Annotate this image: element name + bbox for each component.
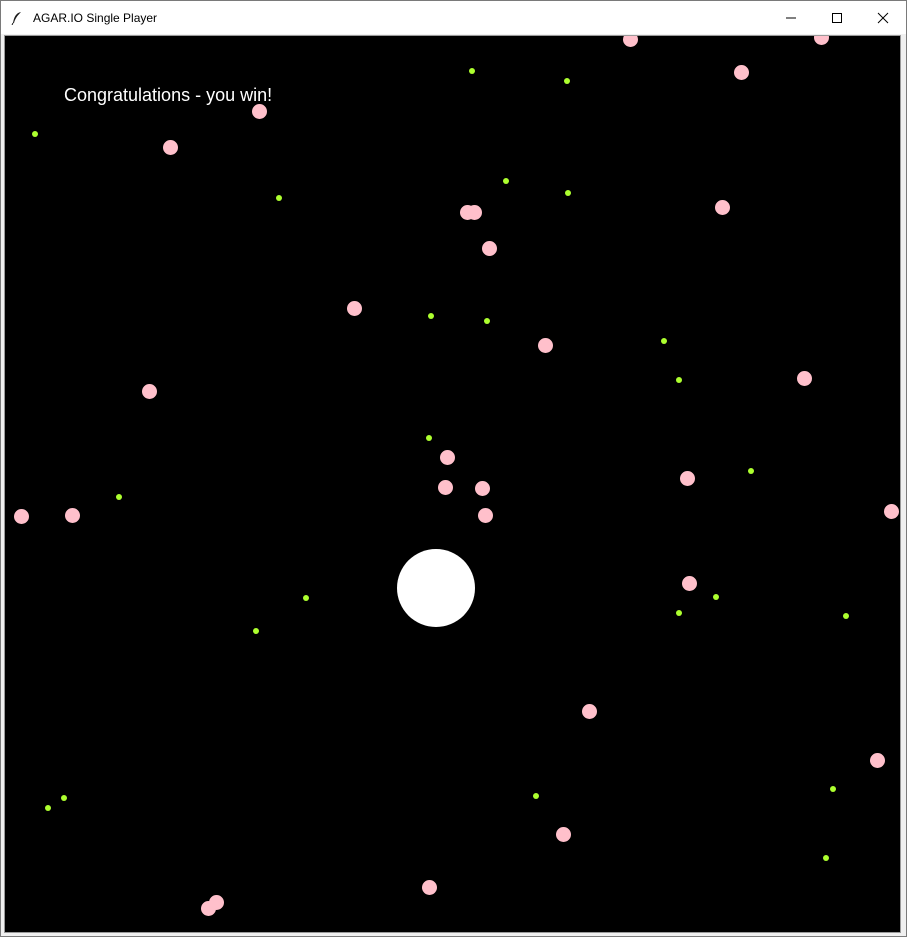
window-title: AGAR.IO Single Player xyxy=(33,10,158,25)
player-cell xyxy=(397,549,475,627)
enemy-cell xyxy=(421,879,437,895)
maximize-button[interactable] xyxy=(814,1,860,34)
food-pellet xyxy=(428,313,434,319)
food-pellet xyxy=(116,494,122,500)
food-pellet xyxy=(661,338,667,344)
enemy-cell xyxy=(481,240,497,256)
food-pellet xyxy=(748,468,754,474)
food-pellet xyxy=(61,795,67,801)
enemy-cell xyxy=(437,479,453,495)
enemy-cell xyxy=(813,36,829,45)
enemy-cell xyxy=(555,826,571,842)
enemy-cell xyxy=(141,383,157,399)
maximize-icon xyxy=(832,12,842,23)
food-pellet xyxy=(503,178,509,184)
food-pellet xyxy=(564,78,570,84)
enemy-cell xyxy=(346,300,362,316)
game-canvas[interactable]: Congratulations - you win! xyxy=(4,35,901,933)
title-bar[interactable]: AGAR.IO Single Player xyxy=(1,1,906,34)
window-controls xyxy=(768,1,906,34)
enemy-cell xyxy=(796,370,812,386)
enemy-cell xyxy=(439,449,455,465)
minimize-button[interactable] xyxy=(768,1,814,34)
food-pellet xyxy=(303,595,309,601)
enemy-cell xyxy=(581,703,597,719)
enemy-cell xyxy=(466,204,482,220)
food-pellet xyxy=(843,613,849,619)
enemy-cell xyxy=(64,507,80,523)
food-pellet xyxy=(830,786,836,792)
food-pellet xyxy=(713,594,719,600)
enemy-cell xyxy=(200,900,216,916)
enemy-cell xyxy=(883,503,899,519)
food-pellet xyxy=(565,190,571,196)
food-pellet xyxy=(426,435,432,441)
food-pellet xyxy=(32,131,38,137)
food-pellet xyxy=(484,318,490,324)
food-pellet xyxy=(533,793,539,799)
food-pellet xyxy=(253,628,259,634)
enemy-cell xyxy=(477,507,493,523)
enemy-cell xyxy=(474,480,490,496)
food-pellet xyxy=(676,610,682,616)
food-pellet xyxy=(676,377,682,383)
food-pellet xyxy=(823,855,829,861)
minimize-icon xyxy=(786,17,796,18)
close-button[interactable] xyxy=(860,1,906,34)
enemy-cell xyxy=(733,64,749,80)
feather-icon xyxy=(9,10,25,26)
enemy-cell xyxy=(681,575,697,591)
food-pellet xyxy=(45,805,51,811)
food-pellet xyxy=(469,68,475,74)
enemy-cell xyxy=(622,36,638,47)
enemy-cell xyxy=(13,508,29,524)
enemy-cell xyxy=(869,752,885,768)
close-icon xyxy=(877,12,889,23)
food-pellet xyxy=(276,195,282,201)
enemy-cell xyxy=(537,337,553,353)
status-message: Congratulations - you win! xyxy=(64,85,273,105)
enemy-cell xyxy=(714,199,730,215)
enemy-cell xyxy=(162,139,178,155)
app-window: AGAR.IO Single Player Congratulations - … xyxy=(0,0,907,937)
enemy-cell xyxy=(679,470,695,486)
